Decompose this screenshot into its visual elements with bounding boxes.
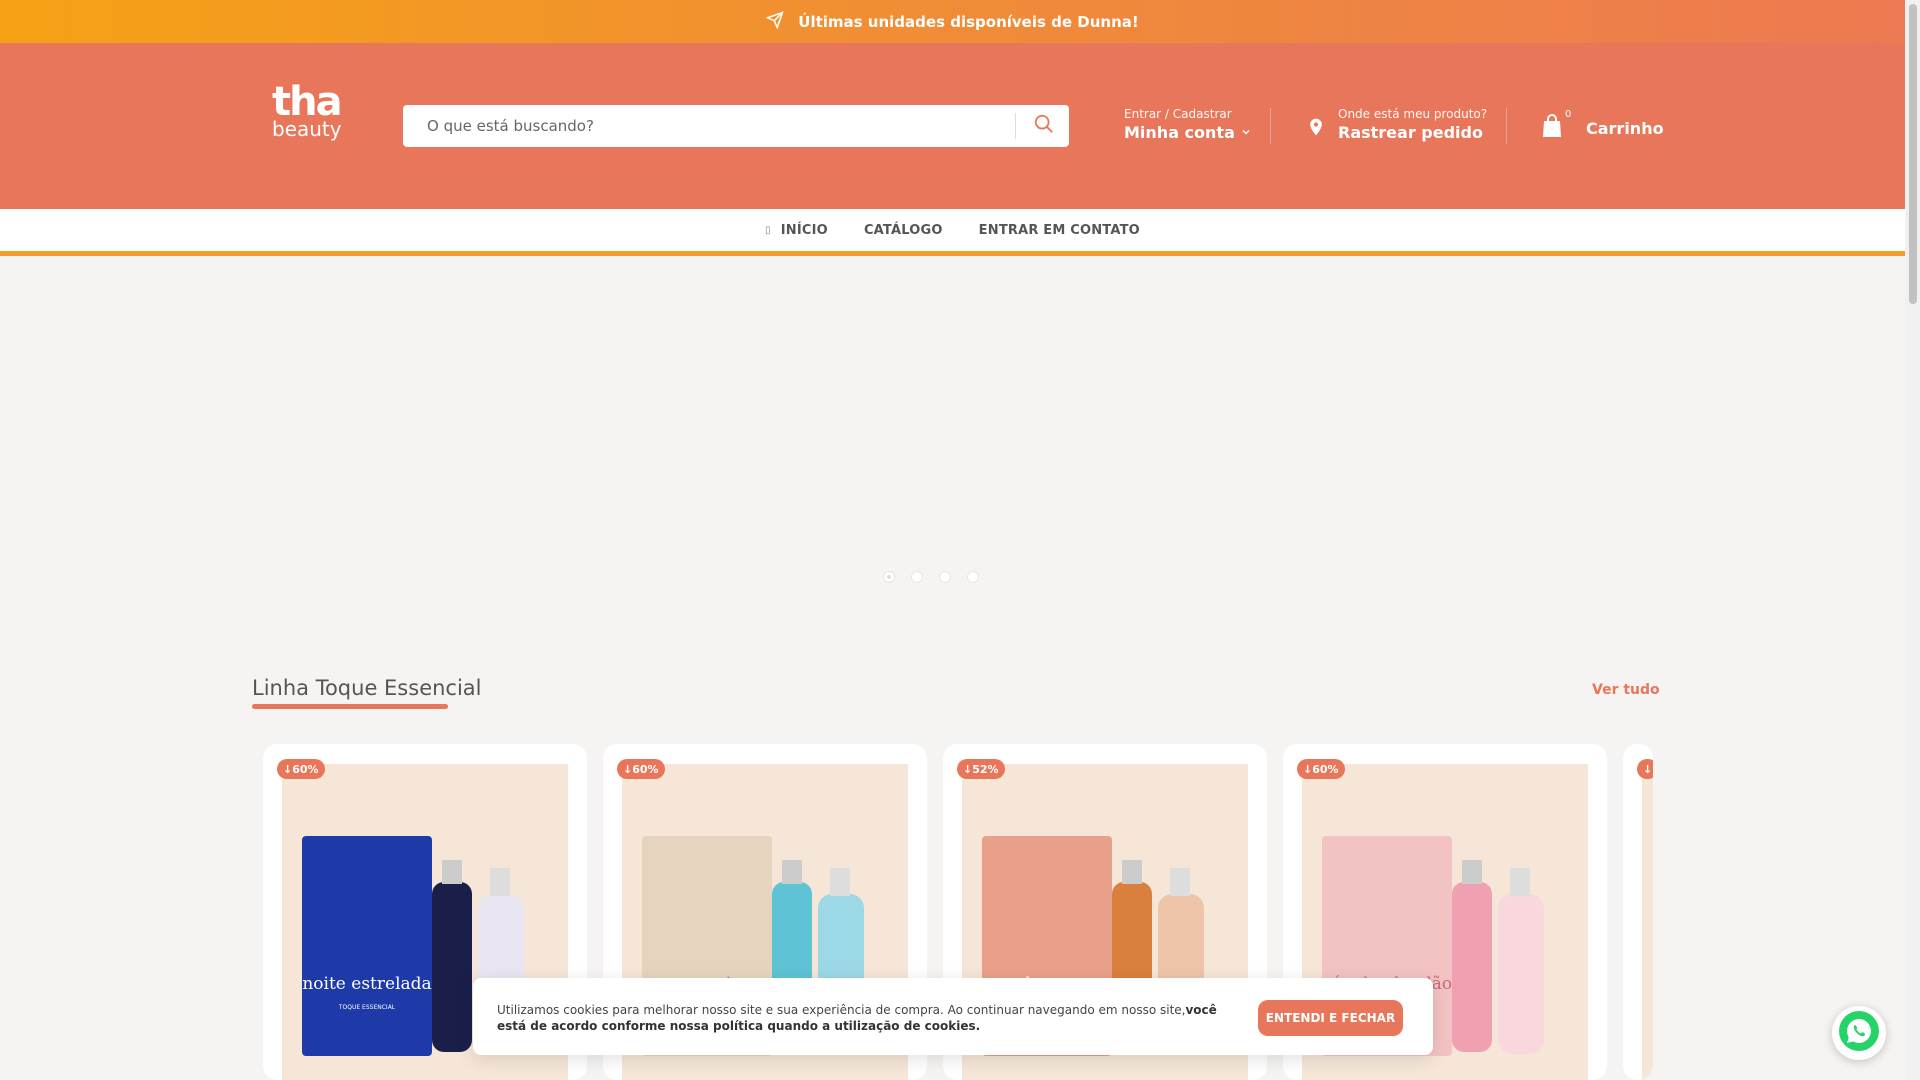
logo[interactable]: tha beauty xyxy=(272,79,352,153)
chevron-down-icon xyxy=(1240,123,1252,142)
whatsapp-icon xyxy=(1837,1009,1881,1057)
cart-button[interactable]: 0 Carrinho xyxy=(1540,109,1664,143)
logo-top-text: tha xyxy=(272,79,343,125)
nav-item-catalogo[interactable]: CATÁLOGO xyxy=(864,223,943,238)
product-image xyxy=(1642,764,1653,1080)
track-label: Rastrear pedido xyxy=(1338,123,1483,142)
announcement-text: Últimas unidades disponíveis de Dunna! xyxy=(798,12,1139,31)
discount-badge: ↓ xyxy=(1637,759,1653,779)
cart-label: Carrinho xyxy=(1586,118,1664,138)
account-label: Minha conta xyxy=(1124,123,1252,142)
track-order-link[interactable]: Onde está meu produto? Rastrear pedido xyxy=(1306,107,1487,142)
product-box-subtitle: TOQUE ESSENCIAL xyxy=(338,1004,396,1011)
search-bar xyxy=(403,105,1069,147)
account-menu[interactable]: Entrar / Cadastrar Minha conta xyxy=(1124,107,1252,142)
nav-item-inicio[interactable]: ▯ INÍCIO xyxy=(765,223,828,238)
main-nav: ▯ INÍCIO CATÁLOGO ENTRAR EM CONTATO xyxy=(0,209,1905,256)
discount-badge: ↓52% xyxy=(957,759,1005,779)
logo-bottom-text: beauty xyxy=(272,117,342,141)
nav-item-contato[interactable]: ENTRAR EM CONTATO xyxy=(979,223,1140,238)
product-box-label: noite estrelada xyxy=(302,974,431,994)
search-button[interactable] xyxy=(1019,105,1069,147)
header-divider xyxy=(1270,108,1271,144)
discount-badge: ↓60% xyxy=(277,759,325,779)
search-divider xyxy=(1015,113,1016,139)
track-small-label: Onde está meu produto? xyxy=(1338,107,1488,121)
carousel-dot[interactable] xyxy=(911,571,923,583)
cookie-banner: Utilizamos cookies para melhorar nosso s… xyxy=(473,978,1433,1055)
search-input[interactable] xyxy=(403,105,1013,147)
carousel-dots xyxy=(883,571,979,583)
carousel-dot[interactable] xyxy=(939,571,951,583)
shopping-bag-icon xyxy=(1540,113,1564,143)
location-pin-icon xyxy=(1306,115,1326,143)
account-small-label: Entrar / Cadastrar xyxy=(1124,107,1232,121)
whatsapp-button[interactable] xyxy=(1832,1006,1886,1060)
announcement-bar: Últimas unidades disponíveis de Dunna! xyxy=(0,0,1905,43)
see-all-link[interactable]: Ver tudo xyxy=(1592,682,1660,698)
section-title: Linha Toque Essencial xyxy=(252,676,482,700)
page-scrollbar[interactable] xyxy=(1905,0,1920,1080)
site-header: tha beauty Entrar / Cadastrar Minha cont… xyxy=(0,43,1905,209)
section-underline xyxy=(252,704,448,709)
scrollbar-thumb[interactable] xyxy=(1909,4,1917,304)
accept-cookies-button[interactable]: ENTENDI E FECHAR xyxy=(1258,1000,1403,1036)
header-divider xyxy=(1506,108,1507,144)
cart-count: 0 xyxy=(1565,109,1572,120)
home-icon: ▯ xyxy=(765,224,771,236)
search-icon xyxy=(1033,113,1055,139)
carousel-dot[interactable] xyxy=(883,571,895,583)
discount-badge: ↓60% xyxy=(1297,759,1345,779)
carousel-dot[interactable] xyxy=(967,571,979,583)
discount-badge: ↓60% xyxy=(617,759,665,779)
paper-plane-icon xyxy=(765,10,784,33)
hero-banner xyxy=(0,261,1905,591)
cookie-text: Utilizamos cookies para melhorar nosso s… xyxy=(497,1003,1217,1033)
product-card[interactable]: ↓ xyxy=(1623,744,1653,1080)
